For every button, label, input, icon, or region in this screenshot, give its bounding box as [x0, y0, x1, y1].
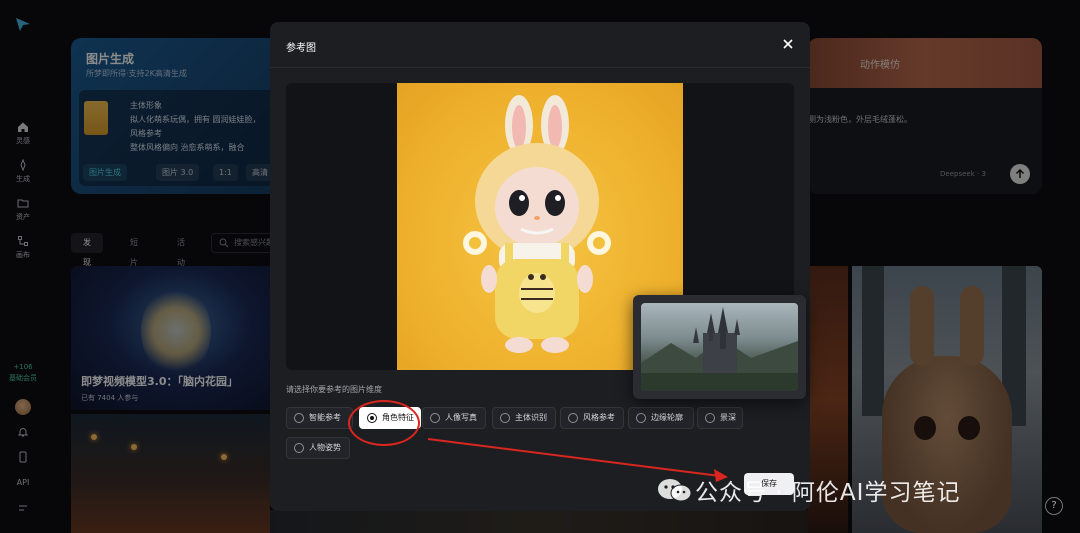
option-subject-detection[interactable]: 主体识别	[492, 407, 556, 429]
radio-icon	[705, 413, 715, 423]
castle-illustration	[641, 307, 798, 391]
radio-icon	[430, 413, 440, 423]
radio-icon	[636, 413, 646, 423]
dimension-hint: 请选择你要参考的图片维度	[286, 385, 382, 394]
dialog-title: 参考图	[286, 43, 316, 54]
reference-image-dialog: 参考图 请选择你要参考的图片维度 智能参考 角色特征 人像写真 主体识别 风格参…	[270, 22, 810, 511]
wechat-icon	[655, 475, 695, 505]
option-style-reference[interactable]: 风格参考	[560, 407, 624, 429]
reference-thumbnail-popover[interactable]	[633, 295, 806, 399]
annotation-circle	[348, 400, 420, 446]
option-depth[interactable]: 景深	[697, 407, 743, 429]
option-label: 主体识别	[515, 413, 547, 422]
watermark: 公众号 · 阿伦AI学习笔记	[655, 470, 960, 510]
option-portrait[interactable]: 人像写真	[422, 407, 486, 429]
radio-icon	[568, 413, 578, 423]
divider	[270, 67, 810, 68]
option-label: 智能参考	[309, 413, 341, 422]
option-edge-outline[interactable]: 边缘轮廓	[628, 407, 694, 429]
help-button[interactable]: ?	[1045, 497, 1063, 515]
radio-icon	[500, 413, 510, 423]
castle-thumbnail	[641, 303, 798, 391]
radio-icon	[294, 413, 304, 423]
watermark-text: 公众号 · 阿伦AI学习笔记	[695, 480, 961, 506]
option-smart-reference[interactable]: 智能参考	[286, 407, 353, 429]
option-label: 边缘轮廓	[651, 413, 683, 422]
option-label: 人像写真	[445, 413, 477, 422]
close-icon[interactable]	[781, 37, 795, 51]
radio-icon	[294, 443, 304, 453]
option-label: 风格参考	[583, 413, 615, 422]
option-label: 景深	[720, 413, 736, 422]
option-label: 人物姿势	[309, 443, 341, 452]
option-pose[interactable]: 人物姿势	[286, 437, 350, 459]
